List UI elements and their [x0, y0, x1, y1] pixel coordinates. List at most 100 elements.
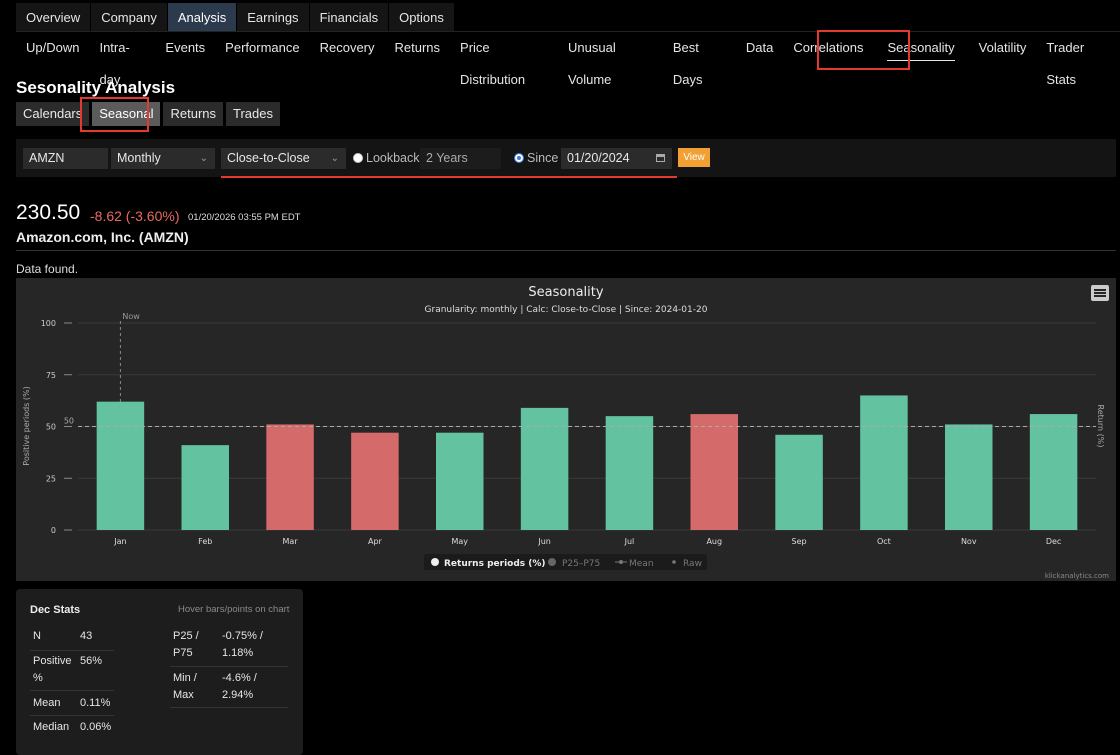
stat-n-label: N — [33, 630, 41, 642]
subtab-calendars[interactable]: Calendars — [16, 102, 90, 126]
lookback-select[interactable]: 2 Years — [420, 148, 501, 169]
calc-select[interactable]: Close-to-Close ⌄ — [221, 148, 346, 169]
tab-events[interactable]: Events — [155, 32, 215, 66]
tab-company[interactable]: Company — [91, 3, 168, 32]
status-text: Data found. — [16, 262, 79, 276]
chart-svg: Seasonality Granularity: monthly | Calc:… — [22, 285, 1109, 580]
stat-median-value: 0.06% — [80, 721, 112, 733]
tab-financials[interactable]: Financials — [309, 3, 390, 32]
bar-may[interactable] — [435, 432, 484, 530]
tab-best-days[interactable]: Best Days — [663, 32, 736, 87]
bar-oct[interactable] — [860, 395, 908, 530]
tab-unusual-volume[interactable]: Unusual Volume — [558, 32, 663, 87]
subtab-trades[interactable]: Trades — [226, 102, 280, 126]
bar-apr[interactable] — [351, 432, 399, 530]
lookback-label: Lookback — [366, 151, 420, 165]
stats-heading: Dec Stats — [30, 604, 81, 616]
granularity-select[interactable]: Monthly ⌄ — [111, 148, 215, 169]
tab-options[interactable]: Options — [389, 3, 455, 32]
bar-sep[interactable] — [775, 434, 823, 530]
stat-positive-label-1: Positive — [33, 655, 72, 667]
stat-p-label-1: P25 / — [173, 630, 199, 642]
tab-recovery[interactable]: Recovery — [310, 32, 385, 66]
bar-dec[interactable] — [1029, 414, 1078, 530]
tab-data[interactable]: Data — [736, 32, 783, 66]
tab-up-down[interactable]: Up/Down — [16, 32, 89, 66]
tab-trader-stats[interactable]: Trader Stats — [1036, 32, 1120, 87]
tab-earnings[interactable]: Earnings — [237, 3, 310, 32]
x-tick-label: Apr — [368, 537, 383, 546]
tab-analysis[interactable]: Analysis — [167, 3, 238, 32]
chart-legend: Returns periods (%) P25–P75 Mean Raw — [424, 554, 707, 570]
since-label: Since — [527, 151, 559, 165]
bar-jan[interactable] — [96, 401, 145, 530]
stat-median-label: Median — [33, 721, 70, 733]
ticker-input[interactable]: AMZN — [23, 148, 108, 169]
tab-overview[interactable]: Overview — [16, 3, 92, 32]
tab-intra-day[interactable]: Intra-day — [89, 32, 155, 87]
legend-marker — [619, 560, 623, 564]
since-option[interactable]: Since — [514, 148, 558, 169]
tab-returns[interactable]: Returns — [385, 32, 451, 66]
tab-performance[interactable]: Performance — [215, 32, 309, 66]
chart-title: Seasonality — [528, 285, 603, 300]
since-radio[interactable] — [514, 152, 524, 163]
reference-label: 50 — [64, 417, 74, 426]
bar-feb[interactable] — [181, 445, 230, 530]
view-button[interactable]: View — [678, 148, 710, 167]
x-tick-label: May — [451, 537, 468, 546]
y-axis-right-label: Return (%) — [1096, 405, 1105, 448]
divider — [170, 666, 288, 667]
stat-p-value-2: 1.18% — [222, 647, 254, 659]
bar-jul[interactable] — [605, 416, 654, 530]
y-tick-label: 0 — [51, 526, 56, 535]
divider — [30, 690, 114, 691]
divider — [170, 707, 288, 708]
stat-n-value: 43 — [80, 630, 93, 642]
controls-bar: AMZN Monthly ⌄ Close-to-Close ⌄ Lookback… — [16, 139, 1116, 177]
legend-marker — [431, 558, 439, 566]
dec-stats-panel: Dec Stats Hover bars/points on chart N 4… — [16, 589, 303, 755]
legend-marker — [548, 558, 556, 566]
y-tick-label: 100 — [41, 319, 56, 328]
bar-aug[interactable] — [690, 414, 739, 530]
stats-hint: Hover bars/points on chart — [178, 604, 290, 615]
quote-timestamp: 01/20/2026 03:55 PM EDT — [188, 212, 301, 223]
chevron-down-icon: ⌄ — [199, 153, 208, 164]
seasonal-subtab-highlight — [80, 97, 149, 132]
x-tick-label: Nov — [961, 537, 977, 546]
calendar-icon[interactable] — [656, 154, 665, 162]
x-tick-label: Aug — [706, 537, 722, 546]
tab-price-distribution[interactable]: Price Distribution — [450, 32, 558, 87]
price: 230.50 — [16, 201, 81, 224]
calc-value: Close-to-Close — [227, 151, 310, 165]
legend-returns[interactable]: Returns periods (%) — [444, 559, 546, 569]
bar-nov[interactable] — [944, 424, 993, 530]
y-tick-label: 25 — [46, 474, 56, 483]
chart-menu-icon[interactable] — [1091, 285, 1109, 301]
lookback-radio[interactable] — [353, 152, 363, 163]
since-date-input[interactable]: 01/20/2024 — [561, 148, 672, 169]
lookback-value: 2 Years — [426, 151, 468, 165]
lookback-option[interactable]: Lookback — [353, 148, 420, 169]
secondary-tabs: Up/Down Intra-day Events Performance Rec… — [16, 31, 1120, 87]
stat-positive-value: 56% — [80, 655, 103, 667]
y-axis-label: Positive periods (%) — [22, 386, 31, 465]
stat-p-label-2: P75 — [173, 647, 193, 659]
bar-mar[interactable] — [266, 424, 314, 530]
x-tick-label: Oct — [877, 537, 891, 546]
stat-mm-value-2: 2.94% — [222, 689, 254, 701]
stat-p-value-1: -0.75% / — [222, 630, 263, 642]
primary-tabs: Overview Company Analysis Earnings Finan… — [16, 3, 455, 32]
legend-p25-p75[interactable]: P25–P75 — [562, 559, 600, 569]
legend-raw[interactable]: Raw — [683, 559, 702, 569]
since-date-value: 01/20/2024 — [567, 151, 630, 165]
subtab-returns[interactable]: Returns — [163, 102, 224, 126]
stat-mean-label: Mean — [33, 697, 61, 709]
legend-mean[interactable]: Mean — [629, 559, 654, 569]
divider — [16, 250, 1116, 251]
stat-mm-label-2: Max — [173, 689, 194, 701]
tab-volatility[interactable]: Volatility — [969, 32, 1037, 66]
stat-mm-value-1: -4.6% / — [222, 672, 257, 684]
divider — [30, 715, 114, 716]
